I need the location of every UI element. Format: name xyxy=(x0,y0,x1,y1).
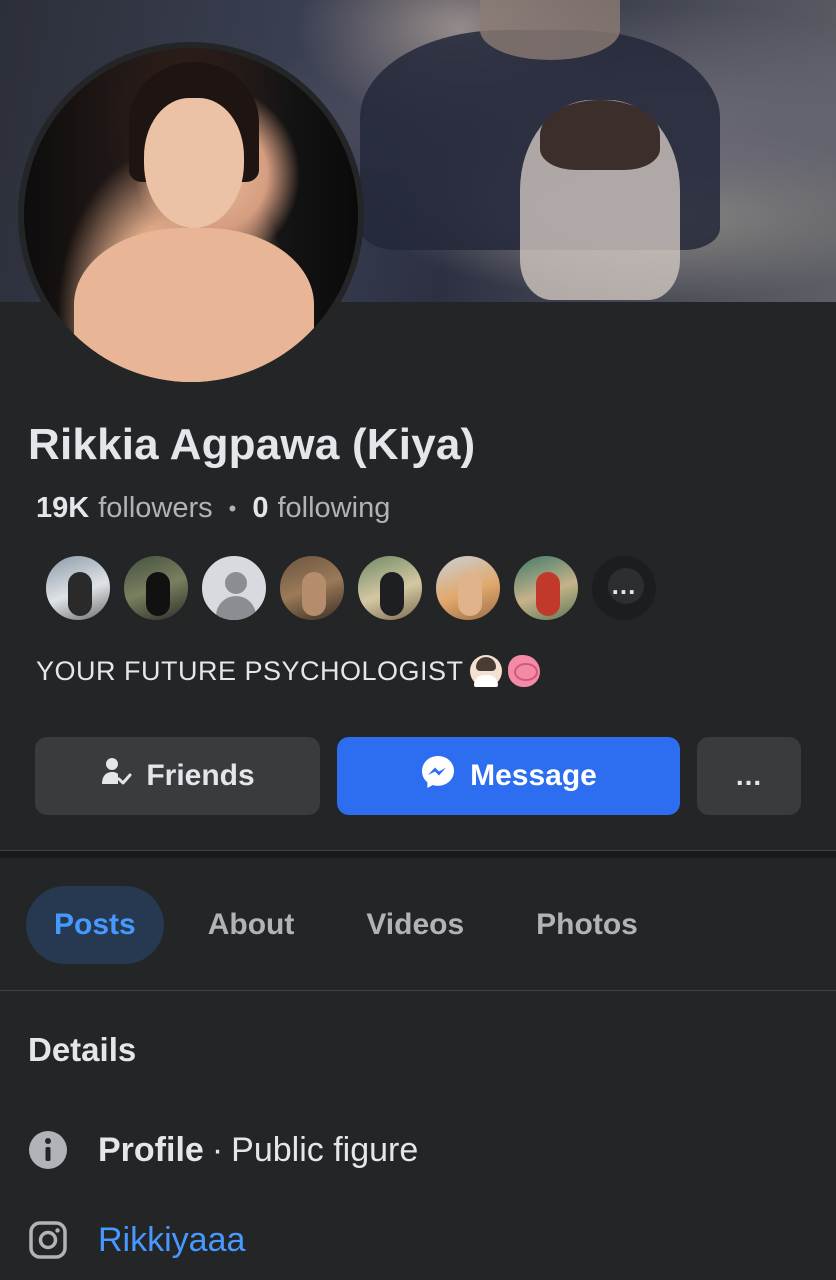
profile-name: Rikkia Agpawa (Kiya) xyxy=(28,420,476,469)
brain-emoji-icon xyxy=(507,655,540,687)
profile-picture[interactable] xyxy=(18,42,364,388)
more-options-label: ... xyxy=(735,760,763,791)
friends-button[interactable]: Friends xyxy=(35,737,320,815)
tab-videos[interactable]: Videos xyxy=(338,886,492,964)
follower-avatar[interactable] xyxy=(512,554,580,622)
bio-text: YOUR FUTURE PSYCHOLOGIST xyxy=(36,655,464,686)
followers-label[interactable]: followers xyxy=(98,492,212,525)
profile-page: Rikkia Agpawa (Kiya) 19K followers • 0 f… xyxy=(0,0,836,1280)
more-options-button[interactable]: ... xyxy=(697,737,801,815)
follower-avatar[interactable] xyxy=(122,554,190,622)
avatar-body xyxy=(74,228,314,382)
default-avatar-shoulders xyxy=(216,596,256,620)
friends-button-label: Friends xyxy=(146,759,255,792)
message-button-label: Message xyxy=(470,759,597,792)
profile-picture-image xyxy=(24,48,358,382)
following-label[interactable]: following xyxy=(277,492,390,525)
details-heading: Details xyxy=(28,1031,137,1068)
section-divider xyxy=(0,850,836,858)
follower-avatar[interactable] xyxy=(278,554,346,622)
default-avatar-head xyxy=(225,572,247,594)
profile-separator: · xyxy=(211,1130,224,1169)
messenger-icon xyxy=(420,754,456,798)
tab-posts[interactable]: Posts xyxy=(26,886,164,964)
follower-avatar[interactable] xyxy=(434,554,502,622)
detail-profile-type: Profile · Public figure xyxy=(28,1130,418,1170)
follower-figure xyxy=(146,572,170,616)
message-button[interactable]: Message xyxy=(337,737,680,815)
follower-figure xyxy=(302,572,326,616)
tab-about[interactable]: About xyxy=(180,886,323,964)
followers-count[interactable]: 19K xyxy=(36,492,89,525)
instagram-icon xyxy=(28,1220,68,1260)
follower-avatar[interactable] xyxy=(44,554,112,622)
more-followers-dots: ... xyxy=(611,569,637,600)
following-count[interactable]: 0 xyxy=(252,492,268,525)
follower-avatar-default[interactable] xyxy=(200,554,268,622)
tab-photos[interactable]: Photos xyxy=(508,886,666,964)
tabs-divider xyxy=(0,990,836,991)
follower-figure xyxy=(68,572,92,616)
profile-category: Public figure xyxy=(231,1130,419,1169)
cover-figure-face xyxy=(480,0,620,60)
follower-avatar[interactable] xyxy=(356,554,424,622)
psychologist-emoji-icon xyxy=(469,655,502,687)
profile-bio: YOUR FUTURE PSYCHOLOGIST xyxy=(36,655,540,687)
instagram-link[interactable]: Rikkiyaaa xyxy=(98,1221,245,1260)
cover-figure-child-hair xyxy=(540,100,660,170)
follower-figure xyxy=(536,572,560,616)
follower-figure xyxy=(458,572,482,616)
avatar-face xyxy=(144,98,244,228)
detail-instagram: Rikkiyaaa xyxy=(28,1220,245,1260)
follower-figure xyxy=(380,572,404,616)
followers-preview: ... xyxy=(44,554,658,622)
profile-tabs: Posts About Videos Photos xyxy=(26,886,666,964)
info-icon xyxy=(28,1130,68,1170)
profile-label: Profile xyxy=(98,1130,204,1169)
friend-check-icon xyxy=(100,756,132,796)
more-followers-button[interactable]: ... xyxy=(590,554,658,622)
stats-separator: • xyxy=(228,495,237,521)
follow-stats: 19K followers • 0 following xyxy=(36,492,390,525)
